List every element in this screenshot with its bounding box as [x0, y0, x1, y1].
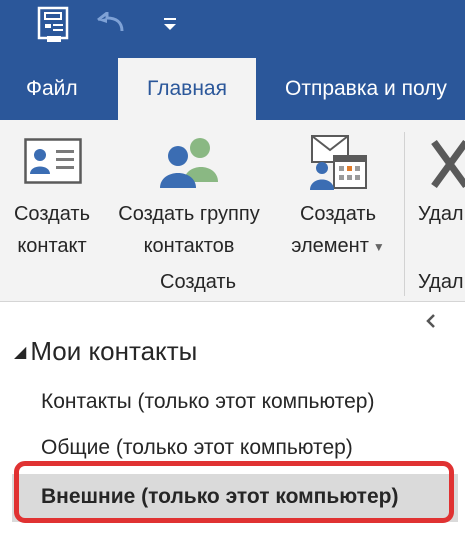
new-item-button[interactable]: Создать элемент ▼ [282, 128, 394, 264]
delete-button[interactable]: Удал [412, 128, 465, 264]
dropdown-arrow-icon: ▼ [372, 239, 385, 254]
new-contact-label-2: контакт [17, 235, 87, 257]
tab-send-receive[interactable]: Отправка и полу [285, 58, 447, 120]
customize-arrow-icon[interactable] [160, 14, 180, 34]
new-item-label-2: элемент [291, 235, 369, 257]
my-contacts-title: Мои контакты [30, 336, 198, 366]
collapse-pane-chevron-icon[interactable] [420, 309, 442, 333]
contact-card-icon [24, 138, 82, 189]
undo-icon[interactable] [94, 9, 128, 34]
save-icon[interactable] [37, 6, 71, 44]
new-group-label-1: Создать группу [118, 203, 260, 225]
new-item-icon [306, 132, 370, 197]
new-contact-label-1: Создать [13, 203, 90, 225]
ribbon-group-create-label: Создать [160, 271, 237, 293]
ribbon-group-separator [404, 132, 405, 296]
delete-label: Удал [418, 203, 464, 225]
expand-triangle-icon: ◢ [14, 344, 27, 361]
tab-home[interactable]: Главная [118, 58, 256, 120]
new-item-label-1: Создать [299, 203, 376, 225]
contact-group-icon [156, 132, 222, 193]
folder-contacts[interactable]: Контакты (только этот компьютер) [41, 390, 374, 414]
folder-external[interactable]: Внешние (только этот компьютер) [41, 485, 398, 509]
my-contacts-section-header[interactable]: ◢ Мои контакты [14, 336, 197, 367]
new-group-label-2: контактов [143, 235, 235, 257]
delete-x-icon [430, 138, 465, 195]
folder-shared[interactable]: Общие (только этот компьютер) [41, 436, 353, 460]
tab-file[interactable]: Файл [26, 58, 78, 120]
new-contact-group-button[interactable]: Создать группу контактов [102, 128, 276, 264]
new-contact-button[interactable]: Создать контакт [2, 128, 102, 264]
ribbon-group-delete-label: Удал [418, 271, 464, 293]
